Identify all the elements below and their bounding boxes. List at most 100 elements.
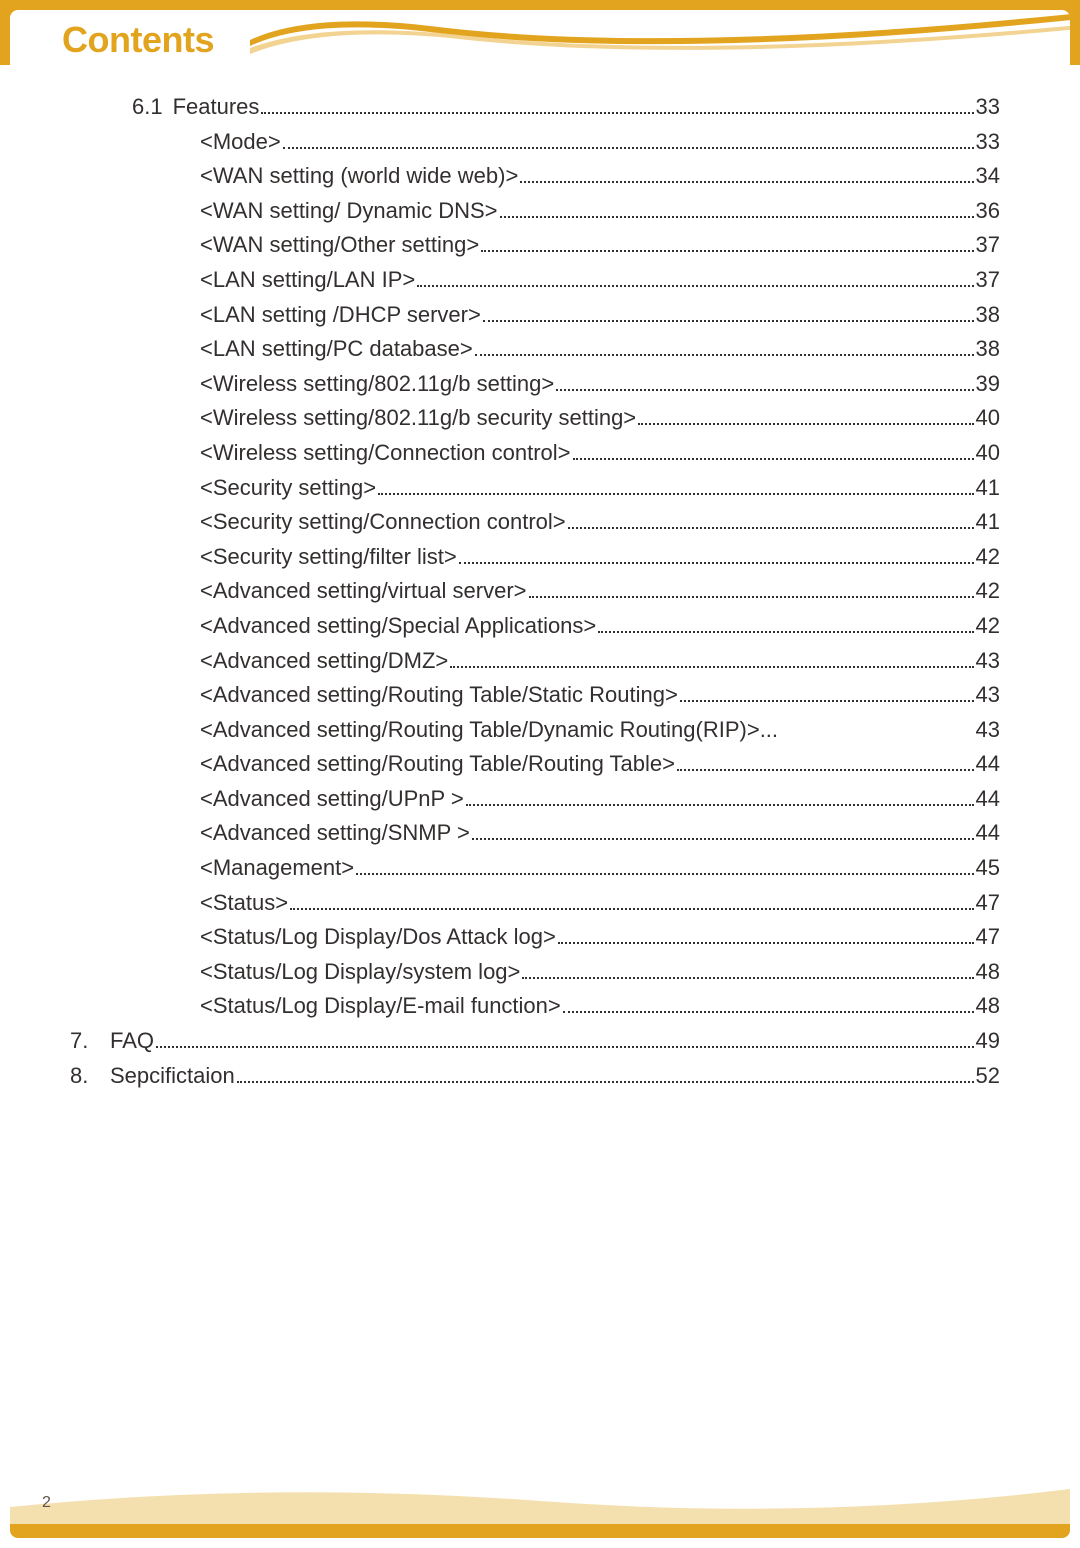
toc-entry-page: 45 <box>976 857 1000 879</box>
toc-entry-label: <Wireless setting/802.11g/b setting> <box>200 373 554 395</box>
toc-entry-number: 8. <box>70 1065 110 1087</box>
page-number: 2 <box>42 1494 51 1512</box>
toc-entry[interactable]: <Security setting> 41 <box>200 477 1000 499</box>
toc-entry[interactable]: <Advanced setting/DMZ>43 <box>200 650 1000 672</box>
toc-entry-label: <Status> <box>200 892 288 914</box>
toc-entry-page: 44 <box>976 788 1000 810</box>
toc-entry[interactable]: <Advanced setting/Routing Table/Static R… <box>200 684 1000 706</box>
toc-entry-label: <Mode> <box>200 131 281 153</box>
toc-entry-page: 42 <box>976 615 1000 637</box>
toc-entry-label: Features <box>173 96 260 118</box>
toc-entry[interactable]: <Advanced setting/Routing Table/Dynamic … <box>200 719 1000 741</box>
toc-leader <box>558 942 974 944</box>
toc-leader <box>237 1081 974 1083</box>
toc-entry-label: <Wireless setting/802.11g/b security set… <box>200 407 636 429</box>
toc-entry[interactable]: <WAN setting/ Dynamic DNS>36 <box>200 200 1000 222</box>
toc-leader <box>261 112 973 114</box>
toc-entry[interactable]: <Management> 45 <box>200 857 1000 879</box>
footer-stripe <box>10 1524 1070 1538</box>
toc-entry[interactable]: <Mode>33 <box>200 131 1000 153</box>
toc-entry[interactable]: 6.1Features 33 <box>132 96 1000 118</box>
toc-entry[interactable]: <Security setting/Connection control> 41 <box>200 511 1000 533</box>
toc-leader <box>529 596 974 598</box>
toc-entry-page: 41 <box>976 477 1000 499</box>
toc-entry-label: <WAN setting/Other setting> <box>200 234 479 256</box>
toc-leader <box>520 181 973 183</box>
toc-entry-label: <Management> <box>200 857 354 879</box>
toc-entry-label: <LAN setting /DHCP server> <box>200 304 481 326</box>
toc-entry-page: 47 <box>976 892 1000 914</box>
toc-leader <box>677 769 974 771</box>
toc-entry[interactable]: <Status> 47 <box>200 892 1000 914</box>
toc-entry-page: 37 <box>976 269 1000 291</box>
toc-entry-label: FAQ <box>110 1030 154 1052</box>
toc-entry-label: <Advanced setting/Routing Table/Static R… <box>200 684 678 706</box>
toc-entry[interactable]: <Advanced setting/UPnP > 44 <box>200 788 1000 810</box>
toc-entry[interactable]: <Advanced setting/SNMP > 44 <box>200 822 1000 844</box>
toc-entry-page: 48 <box>976 995 1000 1017</box>
toc-entry-page: 36 <box>976 200 1000 222</box>
toc-entry[interactable]: <WAN setting (world wide web)> 34 <box>200 165 1000 187</box>
toc-entry-label: <Advanced setting/Routing Table/Routing … <box>200 753 675 775</box>
toc-leader <box>483 320 974 322</box>
toc-entry-page: 44 <box>976 753 1000 775</box>
toc-leader <box>573 458 974 460</box>
toc-entry-label: <LAN setting/LAN IP> <box>200 269 415 291</box>
toc-entry[interactable]: <Security setting/filter list>42 <box>200 546 1000 568</box>
toc-entry-page: 38 <box>976 304 1000 326</box>
toc-entry-page: 43 <box>976 684 1000 706</box>
toc-entry-label: <Security setting/Connection control> <box>200 511 566 533</box>
toc-entry-label: <Security setting> <box>200 477 376 499</box>
toc-entry[interactable]: <Status/Log Display/E-mail function> 48 <box>200 995 1000 1017</box>
toc-leader <box>356 873 973 875</box>
toc-leader <box>556 389 973 391</box>
toc-leader-short: ... <box>760 719 976 741</box>
toc-entry[interactable]: 8.Sepcifictaion 52 <box>70 1065 1000 1087</box>
toc-entry-number: 6.1 <box>132 96 173 118</box>
page-frame: Contents 6.1Features 33 <Mode>33 <WAN setti… <box>10 10 1070 1538</box>
toc-entry-page: 41 <box>976 511 1000 533</box>
toc-entry-page: 34 <box>976 165 1000 187</box>
toc-entry-page: 40 <box>976 407 1000 429</box>
toc-leader <box>472 838 974 840</box>
toc-entry[interactable]: <Advanced setting/Routing Table/Routing … <box>200 753 1000 775</box>
toc-entry-label: <Status/Log Display/E-mail function> <box>200 995 561 1017</box>
toc-entry[interactable]: <Wireless setting/Connection control>40 <box>200 442 1000 464</box>
toc-leader <box>459 562 974 564</box>
header-bar: Contents <box>10 10 1070 70</box>
toc-entry-label: <LAN setting/PC database> <box>200 338 473 360</box>
toc-entry-label: <Status/Log Display/system log> <box>200 961 520 983</box>
toc-entry-label: <WAN setting (world wide web)> <box>200 165 518 187</box>
toc-entry[interactable]: <Status/Log Display/Dos Attack log>47 <box>200 926 1000 948</box>
toc-entry[interactable]: <WAN setting/Other setting>37 <box>200 234 1000 256</box>
toc-entry-label: <Advanced setting/UPnP > <box>200 788 464 810</box>
toc-entry[interactable]: <Status/Log Display/system log>48 <box>200 961 1000 983</box>
toc-entry[interactable]: <Advanced setting/Special Applications> 4… <box>200 615 1000 637</box>
footer-accent <box>10 1479 1070 1525</box>
toc-leader <box>563 1011 974 1013</box>
toc-leader <box>568 527 974 529</box>
toc-leader <box>283 147 974 149</box>
toc-leader <box>598 631 973 633</box>
toc-entry[interactable]: <LAN setting/LAN IP> 37 <box>200 269 1000 291</box>
toc-leader <box>475 354 974 356</box>
toc-entry-label: <Wireless setting/Connection control> <box>200 442 571 464</box>
page-title: Contents <box>10 19 214 61</box>
toc-entry-page: 43 <box>976 719 1000 741</box>
toc-entry-label: <Advanced setting/SNMP > <box>200 822 470 844</box>
toc-entry-page: 33 <box>976 96 1000 118</box>
toc-entry[interactable]: <Wireless setting/802.11g/b security set… <box>200 407 1000 429</box>
toc-entry[interactable]: 7.FAQ49 <box>70 1030 1000 1052</box>
toc-entry-page: 47 <box>976 926 1000 948</box>
toc-leader <box>500 216 974 218</box>
toc-entry[interactable]: <LAN setting /DHCP server> 38 <box>200 304 1000 326</box>
toc-entry-page: 44 <box>976 822 1000 844</box>
toc-entry[interactable]: <Wireless setting/802.11g/b setting>39 <box>200 373 1000 395</box>
toc-entry-page: 49 <box>976 1030 1000 1052</box>
toc-entry[interactable]: <Advanced setting/virtual server>42 <box>200 580 1000 602</box>
toc-leader <box>378 493 973 495</box>
toc-entry[interactable]: <LAN setting/PC database>38 <box>200 338 1000 360</box>
toc-entry-label: <Advanced setting/Routing Table/Dynamic … <box>200 719 760 741</box>
toc-entry-label: <Advanced setting/Special Applications> <box>200 615 596 637</box>
toc-entry-page: 43 <box>976 650 1000 672</box>
